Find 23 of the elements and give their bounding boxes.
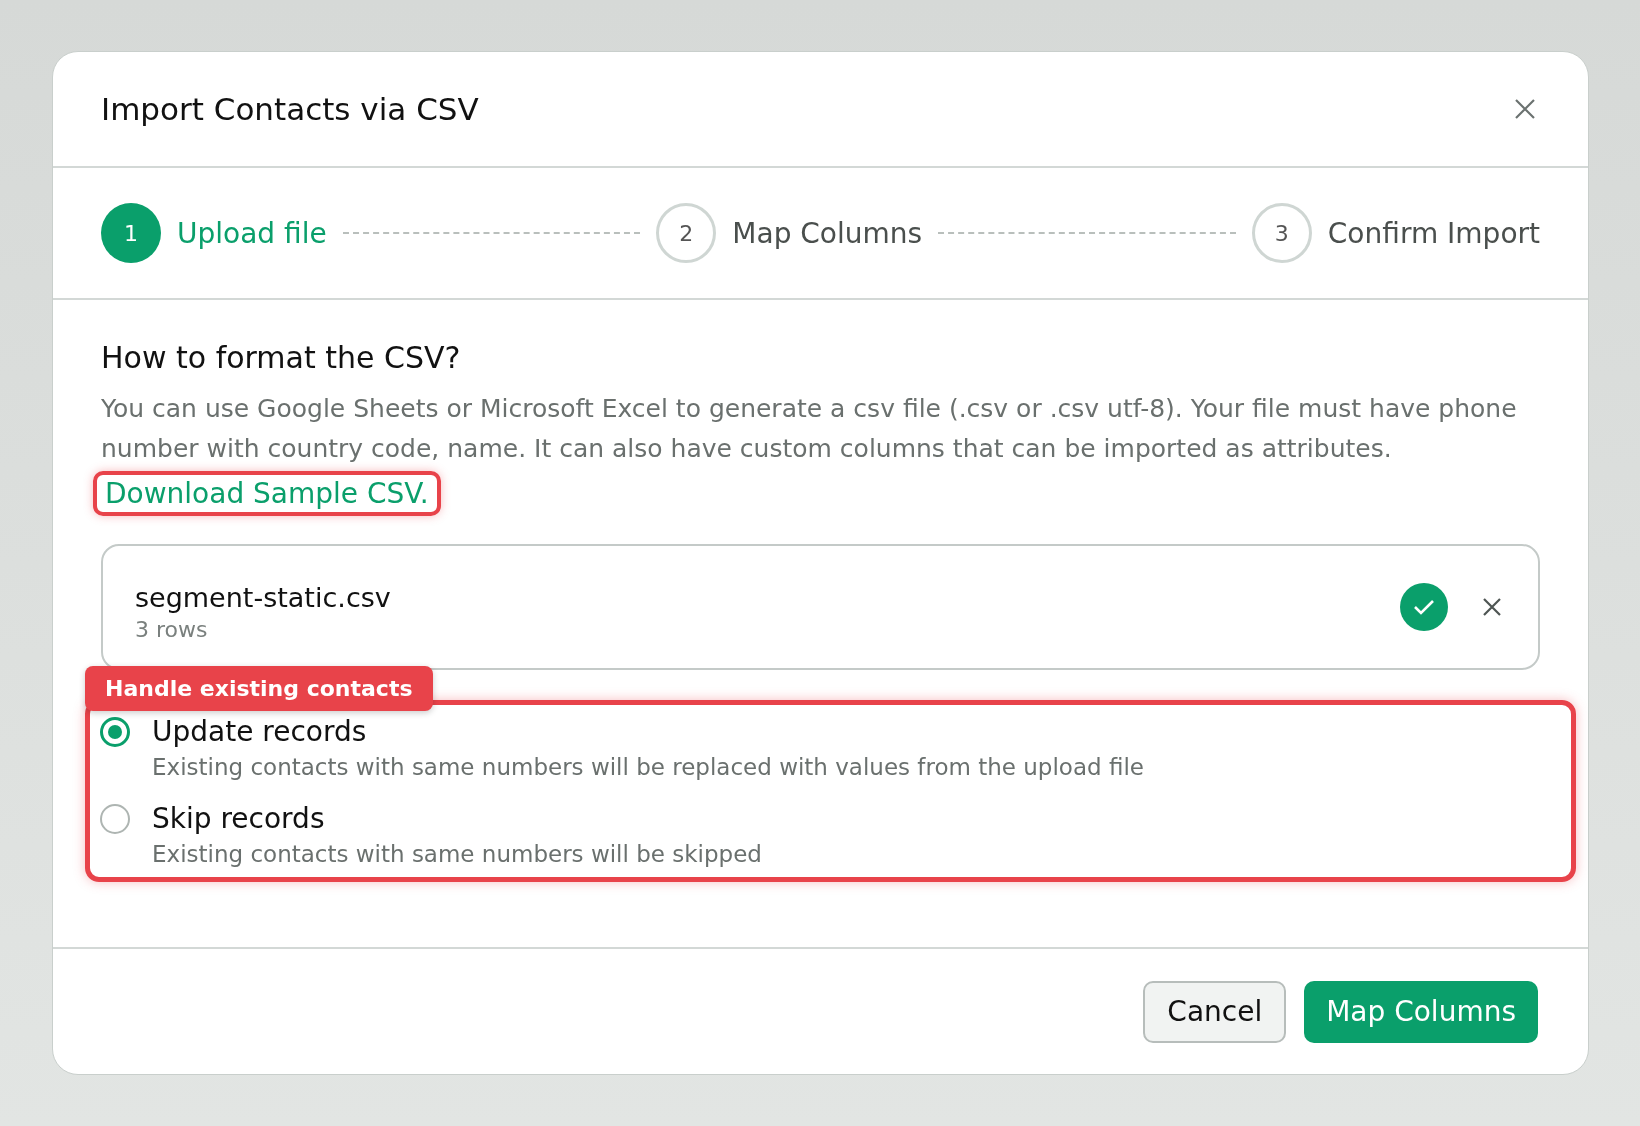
close-icon (1514, 98, 1536, 120)
step-label: Confirm Import (1327, 216, 1540, 250)
step-number: 3 (1251, 203, 1312, 263)
option-description: Existing contacts with same numbers will be skipped (152, 841, 763, 867)
radio-button[interactable] (100, 716, 130, 747)
cancel-button[interactable]: Cancel (1143, 980, 1287, 1043)
option-description: Existing contacts with same numbers will be replaced with values from the upload file (152, 754, 1145, 780)
section-heading: How to format the CSV? (101, 340, 462, 375)
primary-button[interactable]: Map Columns (1304, 980, 1538, 1043)
radio-button[interactable] (100, 803, 130, 834)
close-icon (1482, 597, 1502, 617)
row-count: 3 rows (135, 617, 209, 642)
section-description: You can use Google Sheets or Microsoft Excel to generate a csv file (.csv or .csv utf-8). Your file must have phone number with country code, name. It can also have custom columns that can be imported as attributes. (101, 393, 1518, 465)
step-number: 2 (656, 203, 717, 263)
dialog-title: Import Contacts via CSV (101, 91, 479, 127)
step-label: Map Columns (732, 216, 923, 250)
option-label: Update records (152, 715, 368, 748)
step-label: Upload file (177, 216, 327, 250)
option-label: Skip records (152, 802, 326, 835)
download-sample-link[interactable]: Download Sample CSV. (93, 471, 441, 516)
step-number: 1 (101, 203, 161, 263)
annotation-label: Handle existing contacts (85, 666, 433, 711)
file-name: segment-static.csv (135, 582, 392, 613)
